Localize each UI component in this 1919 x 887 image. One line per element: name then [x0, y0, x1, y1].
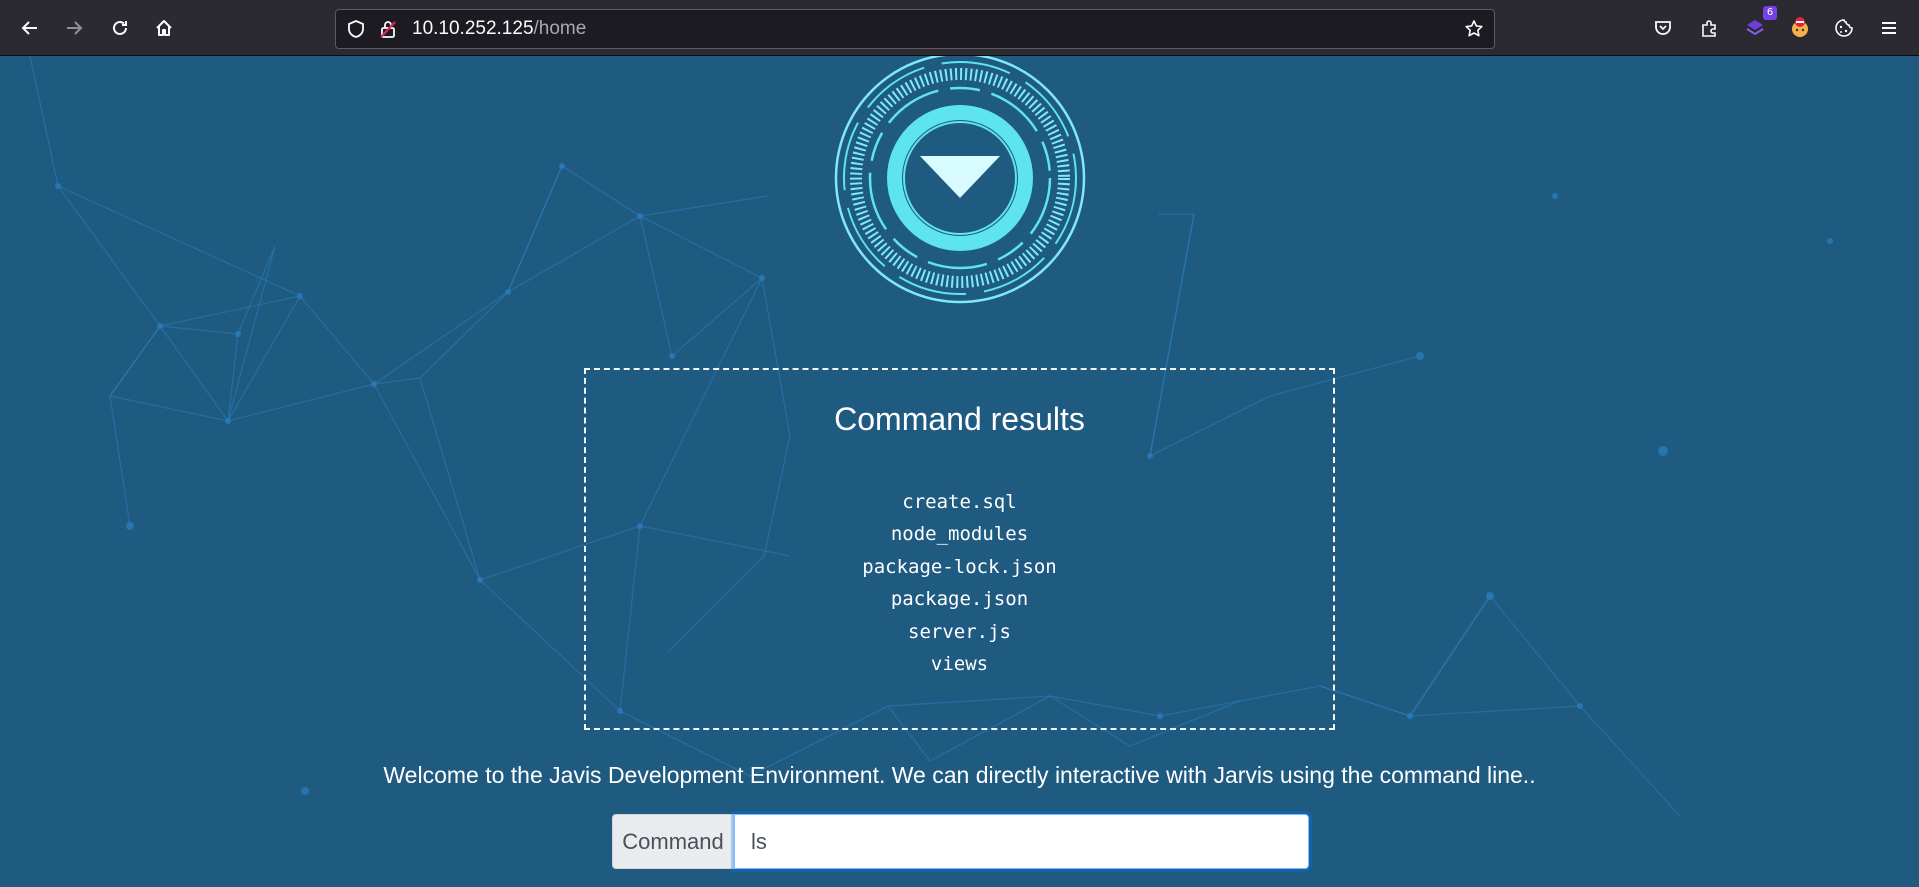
- reload-button[interactable]: [104, 12, 136, 44]
- shield-icon[interactable]: [346, 19, 366, 39]
- result-item: server.js: [908, 620, 1011, 643]
- extension-stack-button[interactable]: 6: [1739, 6, 1777, 44]
- back-arrow-icon: [21, 21, 37, 35]
- extensions-icon: [1702, 20, 1716, 37]
- command-results-panel: Command results create.sql node_modules …: [584, 368, 1335, 730]
- results-list: create.sql node_modules package-lock.jso…: [586, 486, 1333, 680]
- result-item: views: [930, 652, 989, 675]
- reload-icon: [113, 20, 127, 35]
- command-input[interactable]: [734, 814, 1309, 869]
- url-path: /home: [533, 18, 587, 39]
- result-item: package.json: [890, 588, 1029, 611]
- jarvis-logo: [834, 56, 1086, 304]
- home-button[interactable]: [148, 12, 180, 44]
- extensions-button[interactable]: [1693, 12, 1725, 44]
- result-item: create.sql: [902, 491, 1017, 513]
- app-menu-button[interactable]: [1873, 12, 1905, 44]
- command-form: Command: [612, 814, 1309, 869]
- cookie-icon: [1835, 19, 1853, 37]
- star-icon[interactable]: [1464, 19, 1484, 39]
- url-host: 10.10.252.125: [412, 18, 534, 39]
- extension-stack-icon: [1746, 20, 1764, 36]
- result-item: node_modules: [890, 523, 1029, 546]
- forward-button[interactable]: [58, 12, 90, 44]
- url-text[interactable]: 10.10.252.125/home: [412, 10, 586, 48]
- extension-avatar-icon: [1792, 17, 1808, 37]
- result-item: package-lock.json: [862, 555, 1057, 578]
- home-icon: [156, 20, 172, 36]
- url-bar[interactable]: 10.10.252.125/home: [335, 9, 1495, 49]
- back-button[interactable]: [14, 12, 46, 44]
- extension-badge: 6: [1763, 6, 1777, 20]
- pocket-icon: [1655, 21, 1671, 35]
- insecure-lock-icon[interactable]: [378, 19, 398, 39]
- welcome-text: Welcome to the Javis Development Environ…: [383, 762, 1536, 788]
- pocket-button[interactable]: [1647, 12, 1679, 44]
- results-title: Command results: [834, 401, 1085, 437]
- page-content: Command results create.sql node_modules …: [0, 56, 1919, 887]
- hamburger-menu-icon: [1882, 22, 1896, 34]
- browser-toolbar: 10.10.252.125/home 6: [0, 0, 1919, 56]
- extension-avatar-button[interactable]: [1784, 12, 1816, 44]
- cookie-button[interactable]: [1828, 12, 1860, 44]
- forward-arrow-icon: [67, 21, 83, 35]
- command-label: Command: [612, 814, 734, 869]
